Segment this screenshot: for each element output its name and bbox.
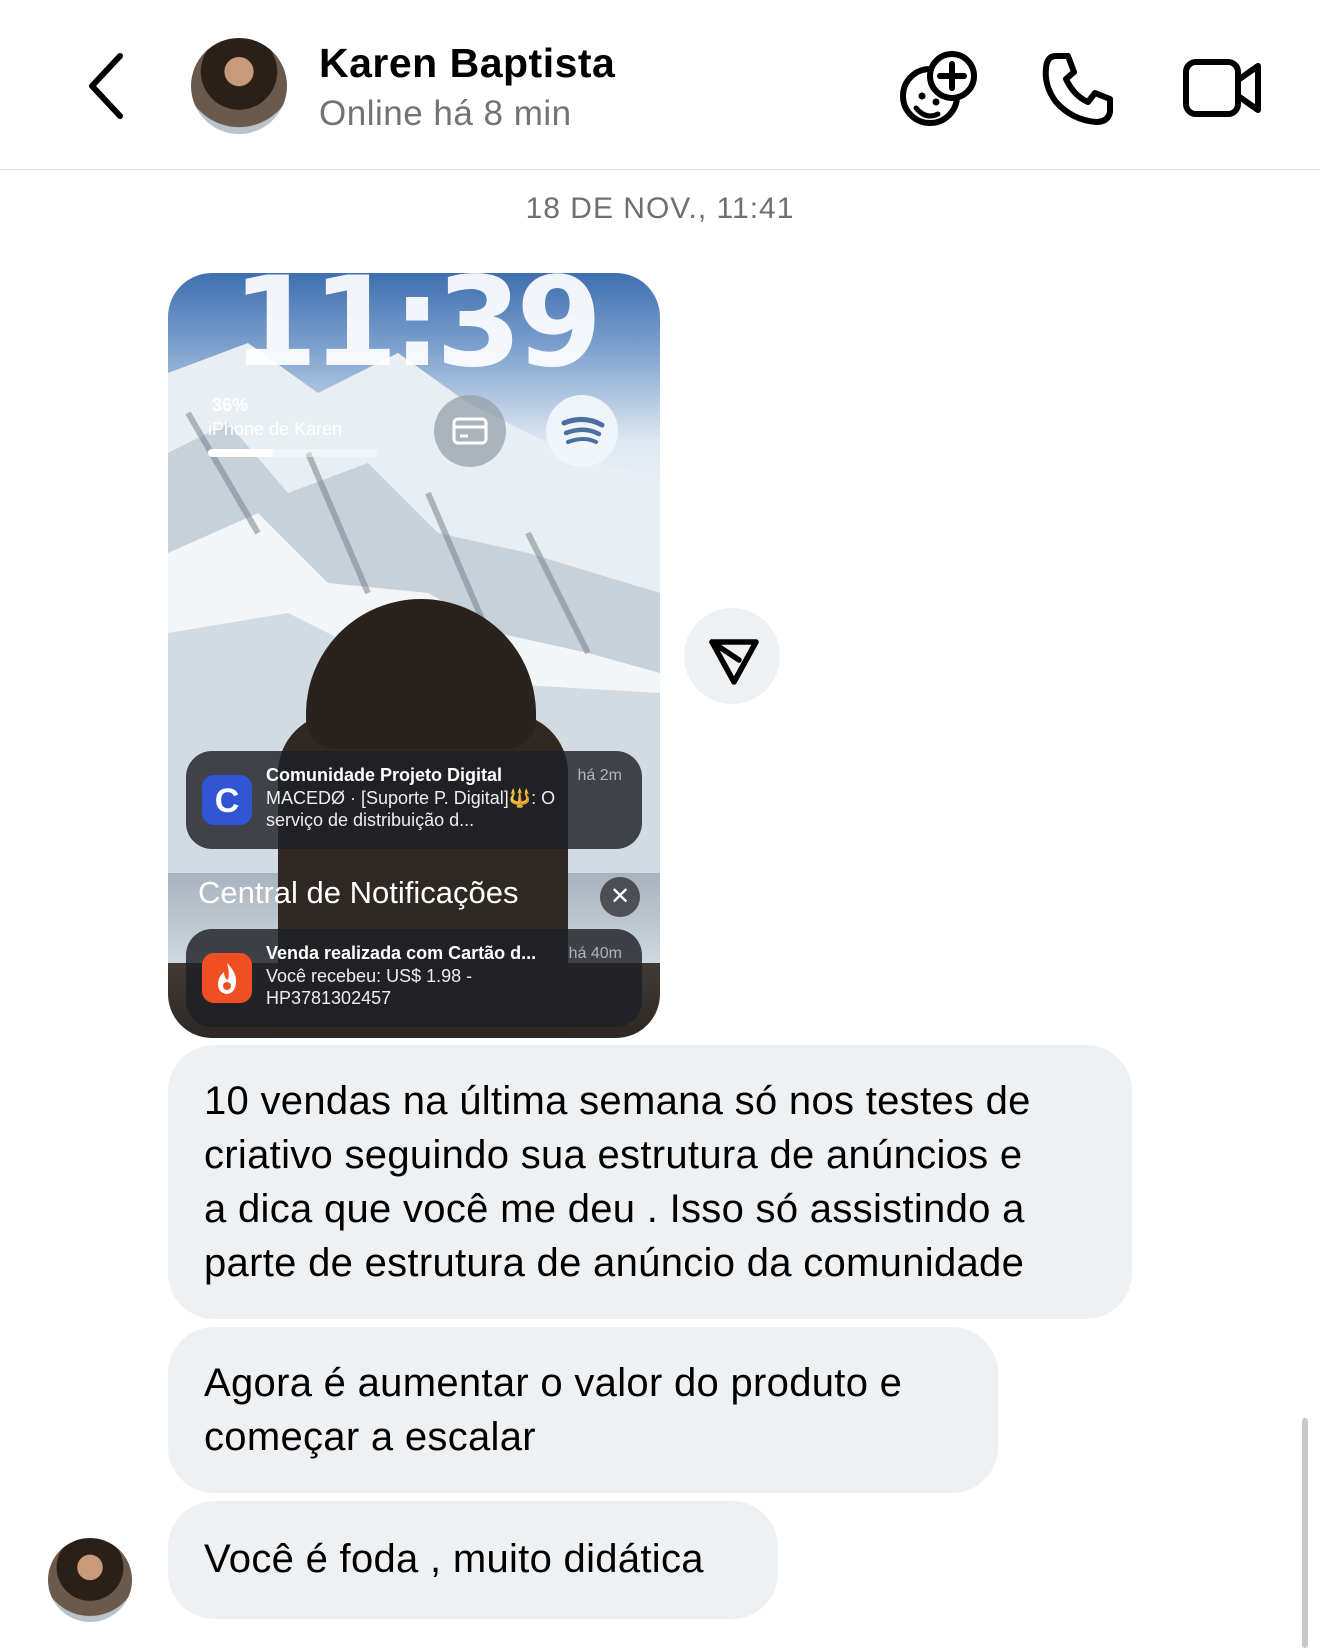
notification-body: Você recebeu: US$ 1.98 - HP3781302457 xyxy=(266,965,606,1009)
notification-body-line: HP3781302457 xyxy=(266,988,392,1008)
video-camera-icon xyxy=(1183,59,1261,117)
message-bubble[interactable]: Agora é aumentar o valor do produto e co… xyxy=(168,1327,998,1493)
spotify-icon xyxy=(561,417,605,444)
add-emoji-icon xyxy=(900,51,977,126)
date-separator: 18 DE NOV., 11:41 xyxy=(525,192,795,225)
battery-level: 36% xyxy=(212,395,249,415)
notification-body-line: serviço de distribuição d... xyxy=(266,810,475,830)
contact-avatar[interactable] xyxy=(191,38,287,134)
card-icon xyxy=(452,417,488,445)
community-c-icon: C xyxy=(202,775,252,825)
message-line: parte de estrutura de anúncio da comunid… xyxy=(204,1241,1025,1285)
contact-name[interactable]: Karen Baptista xyxy=(319,40,615,87)
message-line: começar a escalar xyxy=(204,1415,536,1459)
device-battery-fill xyxy=(208,449,273,457)
close-icon: ✕ xyxy=(600,877,640,917)
share-button[interactable] xyxy=(684,608,780,704)
lockscreen-clock: 11:39 xyxy=(231,273,603,395)
shared-image[interactable]: 11:39 36% iPhone de Karen C Comunidade P… xyxy=(168,273,660,1038)
video-call-button[interactable] xyxy=(1180,46,1264,130)
notification-center-title: Central de Notificações xyxy=(198,875,519,910)
notification-title: Comunidade Projeto Digital xyxy=(266,765,503,785)
notification-body-line: MACEDØ · [Suporte P. Digital]🔱: O xyxy=(266,788,556,808)
back-arrow-icon xyxy=(89,53,123,119)
message-line: criativo seguindo sua estrutura de anúnc… xyxy=(204,1133,1023,1177)
spotify-widget xyxy=(546,395,618,467)
back-button[interactable] xyxy=(80,46,140,126)
notification-time: há 40m xyxy=(568,945,622,962)
device-battery-bar xyxy=(208,449,378,457)
sender-avatar[interactable] xyxy=(48,1538,132,1622)
device-name: iPhone de Karen xyxy=(208,419,343,439)
chat-header: Karen Baptista Online há 8 min xyxy=(0,0,1320,170)
message-line: Agora é aumentar o valor do produto e xyxy=(204,1361,903,1405)
phone-icon xyxy=(1042,53,1113,125)
message-line: Você é foda , muito didática xyxy=(204,1537,704,1581)
wallet-widget xyxy=(434,395,506,467)
send-icon xyxy=(709,639,759,685)
notification-community: C Comunidade Projeto Digital há 2m MACED… xyxy=(186,751,642,849)
message-line: a dica que você me deu . Isso só assisti… xyxy=(204,1187,1025,1231)
notification-title: Venda realizada com Cartão d... xyxy=(266,943,537,963)
scrollbar[interactable] xyxy=(1302,1418,1308,1648)
message-line: 10 vendas na última semana só nos testes… xyxy=(204,1079,1031,1123)
voice-call-button[interactable] xyxy=(1036,46,1120,130)
contact-status: Online há 8 min xyxy=(319,94,572,133)
notification-time: há 2m xyxy=(577,767,622,784)
svg-text:C: C xyxy=(215,782,240,820)
message-bubble[interactable]: 10 vendas na última semana só nos testes… xyxy=(168,1045,1132,1319)
notification-body-line: Você recebeu: US$ 1.98 - xyxy=(266,966,473,986)
notification-body: MACEDØ · [Suporte P. Digital]🔱: O serviç… xyxy=(266,787,606,831)
notification-sale: Venda realizada com Cartão d... há 40m V… xyxy=(186,929,642,1027)
add-emoji-button[interactable] xyxy=(896,46,980,130)
message-bubble[interactable]: Você é foda , muito didática xyxy=(168,1501,778,1619)
hotmart-flame-icon xyxy=(202,953,252,1003)
